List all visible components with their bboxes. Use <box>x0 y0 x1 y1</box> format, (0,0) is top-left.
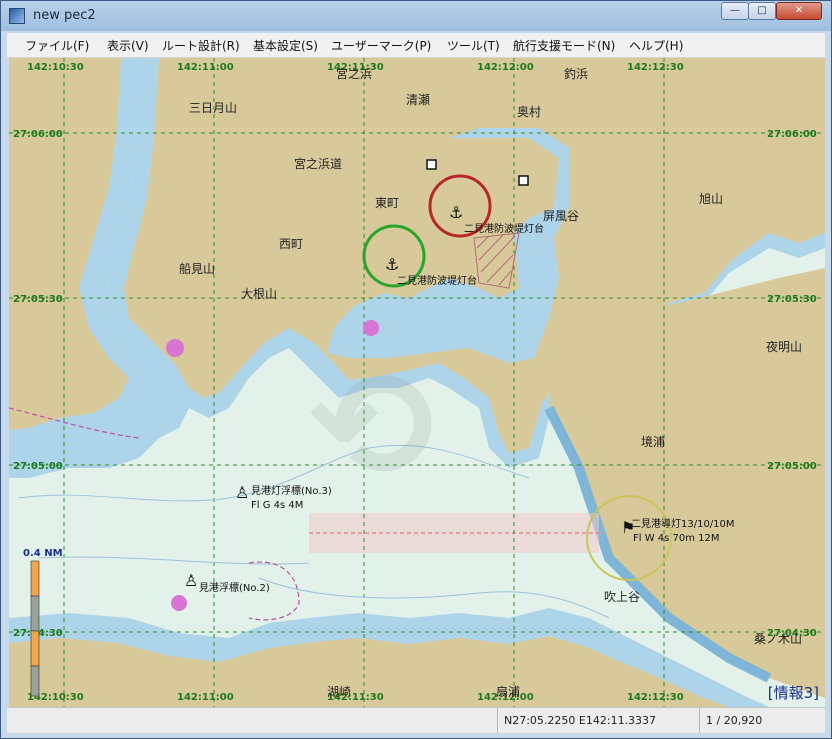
menu-tools[interactable]: ツール(T) <box>447 37 500 54</box>
place-name: 扇浦 <box>496 684 520 699</box>
place-name: 東町 <box>375 196 399 210</box>
grid-label-top: 142:12:30 <box>627 62 684 73</box>
window-title: new pec2 <box>33 8 96 23</box>
maximize-button[interactable]: □ <box>748 2 776 20</box>
nav-aid-label: 二見港防波堤灯台 <box>464 222 544 235</box>
grid-label-top: 142:11:00 <box>177 62 234 73</box>
place-name: 吹上谷 <box>604 590 640 604</box>
cursor-coordinates: N27:05.2250 E142:11.3337 <box>497 708 697 733</box>
place-name: 境浦 <box>641 434 665 449</box>
place-name: 夜明山 <box>766 339 802 354</box>
place-name: 宮之浜 <box>336 66 372 81</box>
lighthouse-icon: ⚓ <box>449 203 463 222</box>
menu-basic-settings[interactable]: 基本設定(S) <box>253 37 318 54</box>
beacon-icon <box>518 175 529 186</box>
nautical-chart[interactable]: 142:10:30 142:11:00 142:11:30 142:12:00 … <box>9 58 825 707</box>
mooring-buoy-icon <box>363 320 379 336</box>
place-name: 大根山 <box>241 287 277 301</box>
place-name: 旭山 <box>699 192 723 206</box>
grid-label-bottom: 142:12:30 <box>627 692 684 703</box>
mooring-buoy-icon <box>171 595 187 611</box>
menu-user-mark[interactable]: ユーザーマーク(P) <box>331 37 431 54</box>
status-bar: N27:05.2250 E142:11.3337 1 / 20,920 <box>7 707 825 733</box>
app-icon <box>9 8 25 24</box>
place-name: 船見山 <box>179 262 215 276</box>
chart-scale: 1 / 20,920 <box>699 708 825 733</box>
scale-label: 0.4 NM <box>23 548 63 559</box>
nav-aid-light: Fl W 4s 70m 12M <box>633 533 720 544</box>
menu-route-design[interactable]: ルート設計(R) <box>162 37 240 54</box>
grid-label-top: 142:12:00 <box>477 62 534 73</box>
place-name: 三日月山 <box>189 101 237 115</box>
grid-label-right: 27:06:00 <box>767 129 817 140</box>
close-button[interactable]: ✕ <box>776 2 822 20</box>
place-name: 宮之浜道 <box>294 156 342 171</box>
place-name: 桑ノ木山 <box>754 632 802 646</box>
scale-bar <box>30 560 40 697</box>
place-name: 清瀬 <box>406 93 430 107</box>
buoy-icon: ♙ <box>235 483 249 502</box>
place-name: 奥村 <box>517 105 541 119</box>
chart-view[interactable]: 142:10:30 142:11:00 142:11:30 142:12:00 … <box>9 58 825 707</box>
place-name: 釣浜 <box>564 66 588 81</box>
menu-bar: ファイル(F) 表示(V) ルート設計(R) 基本設定(S) ユーザーマーク(P… <box>7 33 825 58</box>
beacon-icon <box>426 159 437 170</box>
menu-navigation-support[interactable]: 航行支援モード(N) <box>513 37 615 54</box>
grid-label-right: 27:05:00 <box>767 461 817 472</box>
info-panel-label[interactable]: [情報3] <box>768 682 819 703</box>
grid-label-top: 142:10:30 <box>27 62 84 73</box>
menu-help[interactable]: ヘルプ(H) <box>629 37 683 54</box>
grid-label-right: 27:05:30 <box>767 294 817 305</box>
app-window: new pec2 — □ ✕ ファイル(F) 表示(V) ルート設計(R) 基本… <box>0 0 832 739</box>
menu-file[interactable]: ファイル(F) <box>25 37 89 54</box>
mooring-buoy-icon <box>166 339 184 357</box>
place-name: 西町 <box>279 237 303 251</box>
nav-aid-light: Fl G 4s 4M <box>251 500 303 511</box>
grid-label-bottom: 142:11:00 <box>177 692 234 703</box>
nav-aid-label: 二見港導灯13/10/10M <box>631 517 735 530</box>
place-name: 屏風谷 <box>543 209 579 223</box>
grid-label-left: 27:05:30 <box>13 294 63 305</box>
nav-aid-label: 二見港防波堤灯台 <box>397 274 477 287</box>
grid-label-left: 27:06:00 <box>13 129 63 140</box>
title-bar[interactable]: new pec2 — □ ✕ <box>1 1 831 31</box>
minimize-button[interactable]: — <box>721 2 749 20</box>
lighthouse-icon: ⚓ <box>385 255 399 274</box>
nav-aid-label: 見港浮標(No.2) <box>199 581 270 594</box>
menu-view[interactable]: 表示(V) <box>107 37 149 54</box>
buoy-icon: ♙ <box>184 571 198 590</box>
grid-label-left: 27:05:00 <box>13 461 63 472</box>
place-name: 湖崎 <box>327 684 351 699</box>
nav-aid-label: 見港灯浮標(No.3) <box>251 484 332 497</box>
